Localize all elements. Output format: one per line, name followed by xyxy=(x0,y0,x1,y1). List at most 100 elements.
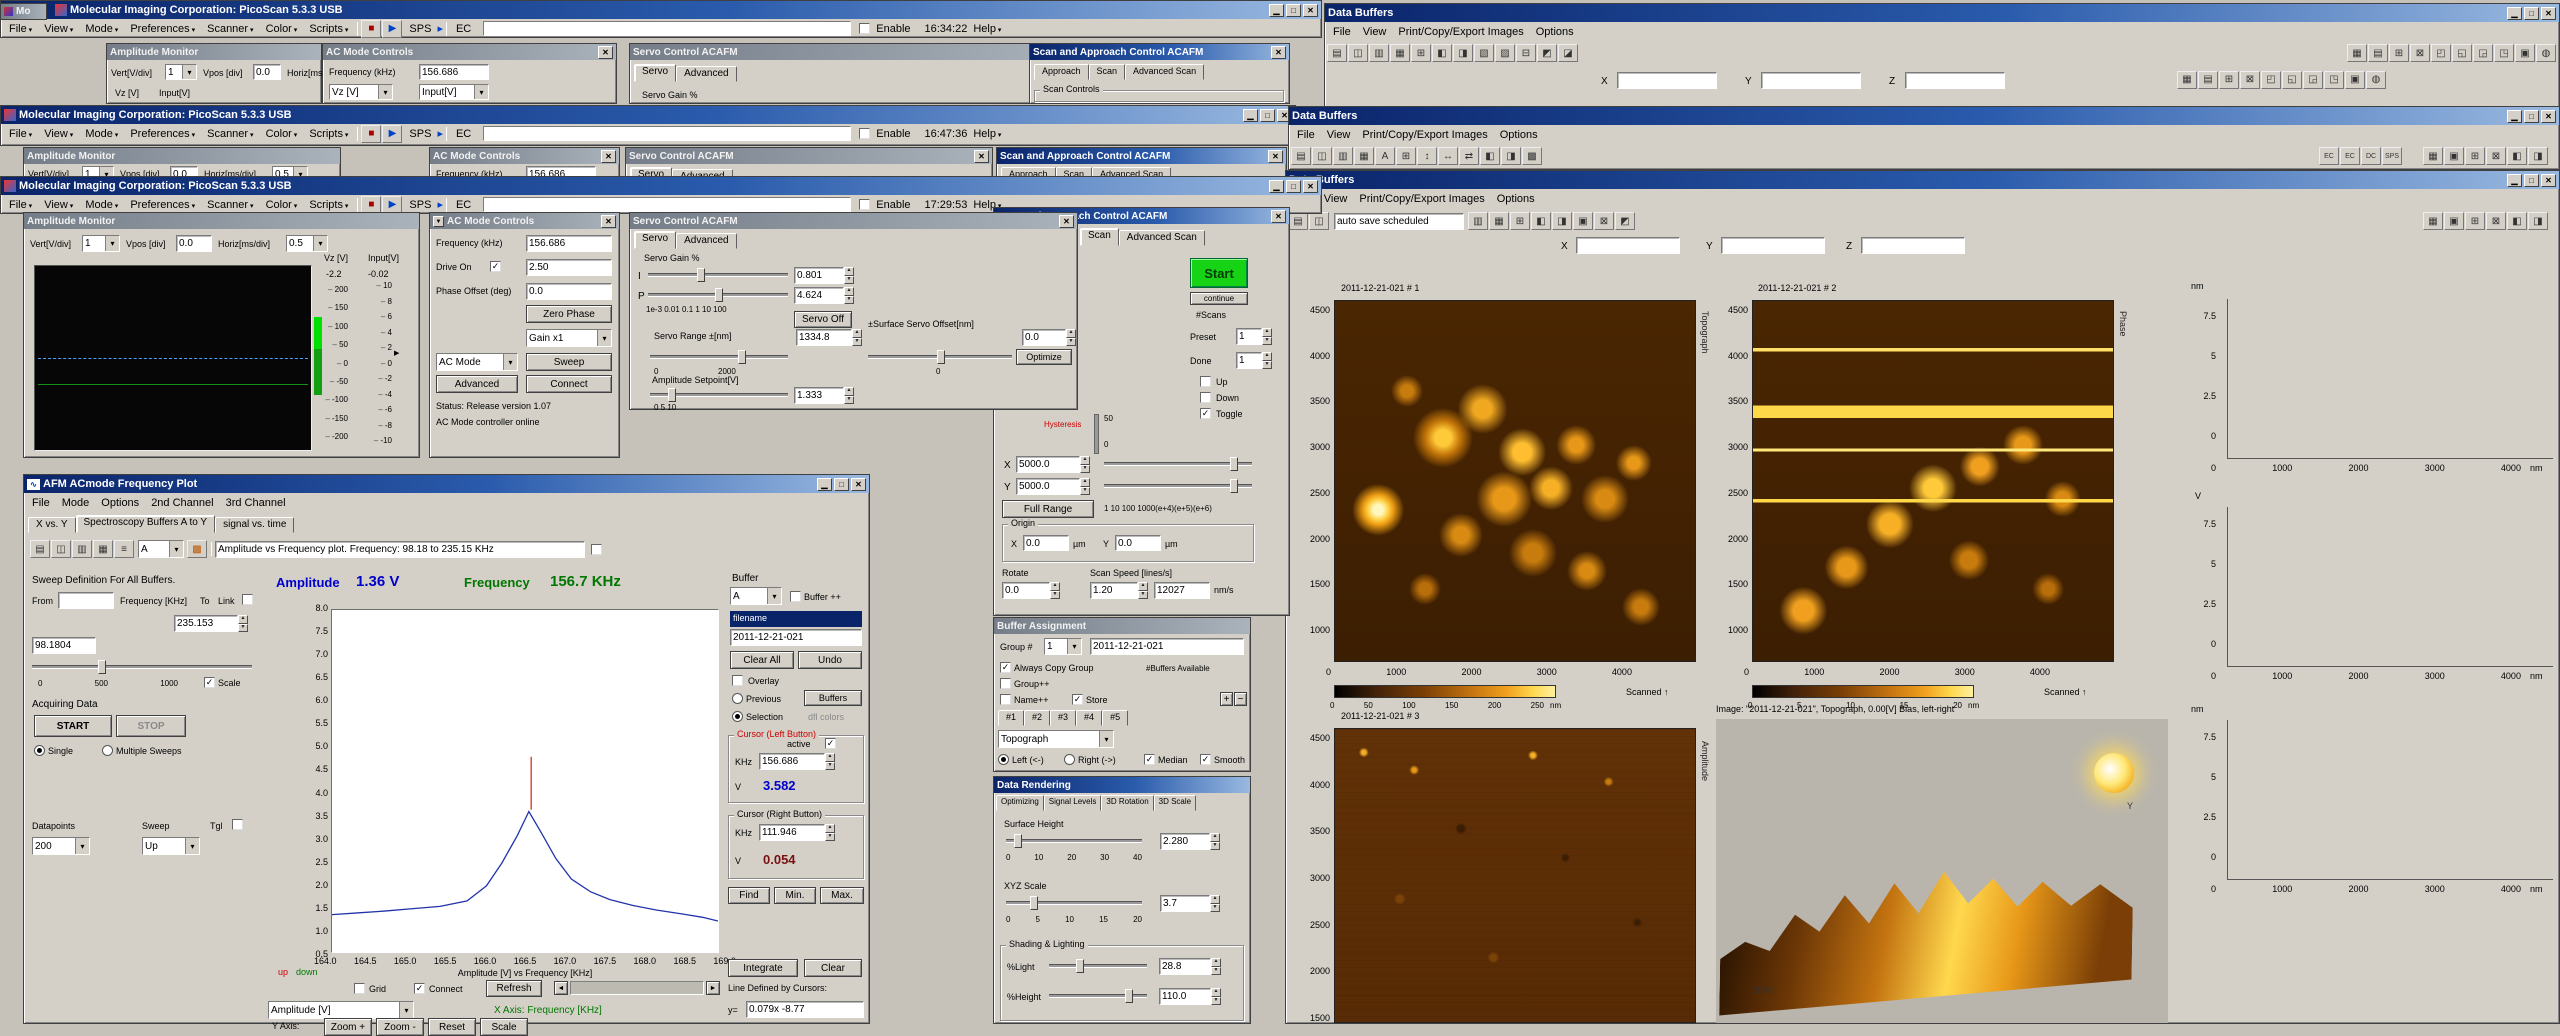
frequency-field[interactable]: 156.686 xyxy=(526,235,612,252)
minimize-button[interactable]: ▁ xyxy=(2507,6,2522,20)
toolbar-icon[interactable]: ◧ xyxy=(1480,147,1500,165)
toolbar-icon[interactable]: ▣ xyxy=(2345,70,2365,89)
toolbar-icon[interactable]: ↔ xyxy=(1438,147,1458,165)
menu-item-ec[interactable]: EC xyxy=(450,127,477,141)
toolbar-icon[interactable]: ▦ xyxy=(2177,70,2197,89)
toolbar-icon[interactable]: ⊟ xyxy=(1516,44,1536,62)
close-button[interactable]: ✕ xyxy=(1303,179,1318,193)
panel-titlebar[interactable]: Scan and Approach Control ACAFM ✕ xyxy=(1030,44,1289,60)
toolbar-icon[interactable]: ▧ xyxy=(1474,44,1494,62)
toolbar-icon[interactable]: ◨ xyxy=(2528,212,2548,230)
toolbar-icon[interactable]: ◫ xyxy=(1309,212,1329,230)
buffer-tab[interactable]: #4 xyxy=(1076,710,1103,726)
channel2-select[interactable]: Input[V] xyxy=(419,84,489,100)
menu-item[interactable]: Color xyxy=(260,22,304,36)
max-button[interactable]: Max. xyxy=(820,887,864,904)
menu-item[interactable]: File xyxy=(3,127,38,141)
clear-all-button[interactable]: Clear All xyxy=(730,651,794,669)
command-input[interactable] xyxy=(483,197,852,212)
full-range-button[interactable]: Full Range xyxy=(1002,500,1094,518)
menu-item[interactable]: View xyxy=(38,22,79,36)
tab[interactable]: Scan xyxy=(1088,64,1126,80)
p-gain-spinner[interactable]: ▲ ▼ xyxy=(844,287,854,304)
group-select[interactable]: 1 xyxy=(1044,638,1082,655)
toolbar-icon[interactable]: ⊠ xyxy=(2486,212,2506,230)
toolbar-icon[interactable]: ▣ xyxy=(2444,212,2464,230)
previous-radio[interactable] xyxy=(732,693,743,704)
toolbar-icon[interactable]: ⊞ xyxy=(2465,212,2485,230)
toolbar-icon[interactable]: ◨ xyxy=(1552,212,1572,230)
origin-y-field[interactable]: 0.0 xyxy=(1115,535,1161,551)
xyz-scale-spinner[interactable]: ▲ ▼ xyxy=(1210,895,1220,912)
close-icon[interactable]: ✕ xyxy=(601,149,616,163)
rendering-tab[interactable]: 3D Rotation xyxy=(1101,795,1154,811)
drive-field[interactable]: 2.50 xyxy=(526,259,612,276)
toolbar-icon[interactable]: ▥ xyxy=(1369,44,1389,62)
menu-item-sps[interactable]: SPS xyxy=(403,22,437,36)
toolbar-icon[interactable]: ◧ xyxy=(2507,212,2527,230)
menu-item[interactable]: Preferences xyxy=(124,198,201,212)
titlebar[interactable]: Molecular Imaging Corporation: PicoScan … xyxy=(1,1,1321,19)
name-plus-checkbox[interactable] xyxy=(1000,694,1011,705)
tab-servo[interactable]: Servo xyxy=(634,231,677,249)
toolbar-icon[interactable]: ◲ xyxy=(2473,44,2493,62)
vert-select[interactable]: 1 xyxy=(165,64,197,80)
toolbar-icon[interactable]: ◍ xyxy=(2366,70,2386,89)
buffer-letter-select[interactable]: A xyxy=(730,587,782,605)
toolbar-icon[interactable]: ⊞ xyxy=(2389,44,2409,62)
titlebar[interactable]: Data Buffers ▁□✕ xyxy=(1289,107,2559,125)
toolbar-icon[interactable]: ▨ xyxy=(1495,44,1515,62)
menu-item[interactable]: Options xyxy=(1530,25,1580,39)
rotate-field[interactable]: 0.0 xyxy=(1002,582,1050,599)
horiz-select[interactable]: 0.5 xyxy=(286,235,328,252)
vert-select[interactable]: 1 xyxy=(82,235,120,252)
menu-item[interactable]: Options xyxy=(1494,128,1544,142)
panel-titlebar[interactable]: Amplitude Monitor xyxy=(24,148,340,164)
integrate-button[interactable]: Integrate xyxy=(728,959,798,977)
servo-offset-slider[interactable] xyxy=(868,349,1012,365)
close-icon[interactable]: ✕ xyxy=(601,214,616,228)
command-input[interactable] xyxy=(483,126,852,141)
i-gain-field[interactable]: 0.801 xyxy=(794,267,844,284)
close-icon[interactable]: ✕ xyxy=(1059,214,1074,228)
servo-off-button[interactable]: Servo Off xyxy=(794,311,852,328)
to-spinner[interactable]: ▲ ▼ xyxy=(238,615,248,632)
height-percent-spinner[interactable]: ▲ ▼ xyxy=(1211,988,1221,1005)
menu-item[interactable]: File xyxy=(3,198,38,212)
servo-range-slider[interactable] xyxy=(650,349,788,365)
toolbar-icon[interactable]: ▣ xyxy=(2444,147,2464,165)
toolbar-icon[interactable]: ▤ xyxy=(2368,44,2388,62)
group-name-field[interactable]: 2011-12-21-021 xyxy=(1090,638,1244,655)
minimize-button[interactable]: ▁ xyxy=(817,477,832,491)
connect-button[interactable]: Connect xyxy=(526,375,612,393)
titlebar[interactable]: Data Buffers ▁□✕ xyxy=(1286,171,2559,189)
maximize-button[interactable]: □ xyxy=(2524,109,2539,123)
right-radio[interactable] xyxy=(1064,754,1075,765)
buffer-plus-checkbox[interactable] xyxy=(790,591,801,602)
undo-button[interactable]: Undo xyxy=(798,651,862,669)
store-checkbox[interactable] xyxy=(1072,694,1083,705)
toolbar-icon[interactable]: ◨ xyxy=(1453,44,1473,62)
datapoints-select[interactable]: 200 xyxy=(32,837,90,855)
rendering-tab[interactable]: Signal Levels xyxy=(1043,795,1102,811)
toolbar-icon[interactable]: ▣ xyxy=(2515,44,2535,62)
toolbar-icon[interactable]: ◰ xyxy=(2261,70,2281,89)
remove-buffer-button[interactable]: − xyxy=(1234,692,1247,706)
maximize-button[interactable]: □ xyxy=(1286,179,1301,193)
panel-titlebar[interactable]: Servo Control ACAFM✕ xyxy=(630,44,1077,60)
filename-field[interactable]: 2011-12-21-021 xyxy=(730,629,862,646)
toolbar-icon[interactable]: ◱ xyxy=(2282,70,2302,89)
to-value-field[interactable]: 235.153 xyxy=(174,615,238,632)
scan-x-spinner[interactable]: ▲ ▼ xyxy=(1080,456,1090,473)
toolbar-text-icon[interactable]: EC xyxy=(2319,147,2339,165)
toolbar-icon[interactable]: ▦ xyxy=(1489,212,1509,230)
menu-item[interactable]: Scanner xyxy=(201,198,259,212)
i-gain-slider[interactable] xyxy=(648,267,788,283)
sweep-button[interactable]: Sweep xyxy=(526,353,612,371)
toolbar-icon[interactable]: ▥ xyxy=(72,540,92,558)
toolbar-icon[interactable]: ⊠ xyxy=(2410,44,2430,62)
buffer-tab[interactable]: #2 xyxy=(1024,710,1051,726)
scale-pointer-icon[interactable]: ▶ xyxy=(394,349,399,357)
script-run-icon[interactable]: ▶ xyxy=(382,195,403,214)
toolbar-icon[interactable]: ▦ xyxy=(2423,147,2443,165)
